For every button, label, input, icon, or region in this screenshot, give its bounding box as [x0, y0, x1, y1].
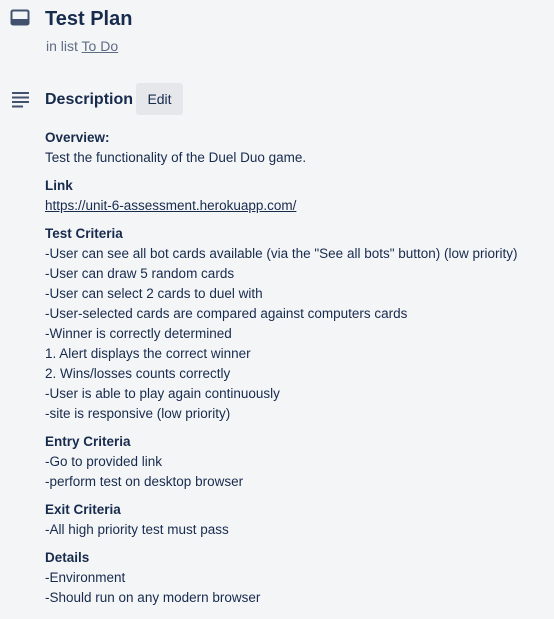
edit-description-button[interactable]: Edit [136, 83, 183, 115]
section-line: -Go to provided link [45, 454, 163, 469]
section-line: -User can draw 5 random cards [45, 266, 235, 281]
section-line: -User can see all bot cards available (v… [45, 246, 518, 261]
section-line: -User can select 2 cards to duel with [45, 286, 263, 301]
card-title[interactable]: Test Plan [45, 7, 132, 31]
section-line: -Environment [45, 570, 126, 585]
section-test-criteria: Test Criteria -User can see all bot card… [45, 224, 545, 424]
section-line: -User-selected cards are compared agains… [45, 306, 408, 321]
description-heading: Description [45, 91, 134, 108]
section-line: -perform test on desktop browser [45, 474, 244, 489]
section-heading: Details [45, 550, 90, 565]
section-line: -All high priority test must pass [45, 522, 229, 537]
section-line: -site is responsive (low priority) [45, 406, 231, 421]
section-line: Test the functionality of the Duel Duo g… [45, 150, 307, 165]
section-entry-criteria: Entry Criteria -Go to provided link -per… [45, 432, 545, 492]
in-list-prefix: in list [46, 38, 78, 54]
section-line: -User is able to play again continuously [45, 386, 280, 401]
section-overview: Overview: Test the functionality of the … [45, 128, 545, 168]
assessment-url-link[interactable]: https://unit-6-assessment.herokuapp.com/ [45, 196, 545, 216]
description-body[interactable]: Overview: Test the functionality of the … [45, 128, 545, 616]
section-line: -Should run on any modern browser [45, 590, 261, 605]
section-heading: Entry Criteria [45, 434, 131, 449]
section-line: -Winner is correctly determined [45, 326, 232, 341]
list-name-link[interactable]: To Do [82, 38, 119, 54]
section-heading: Link [45, 178, 73, 193]
section-line: 1. Alert displays the correct winner [45, 346, 251, 361]
in-list-text: in list To Do [46, 37, 118, 55]
section-line: 2. Wins/losses counts correctly [45, 366, 231, 381]
section-heading: Overview: [45, 130, 110, 145]
description-lines-icon [11, 90, 31, 108]
section-heading: Test Criteria [45, 226, 123, 241]
section-details: Details -Environment -Should run on any … [45, 548, 545, 608]
card-icon [10, 9, 30, 27]
section-exit-criteria: Exit Criteria -All high priority test mu… [45, 500, 545, 540]
section-link: Link https://unit-6-assessment.herokuapp… [45, 176, 545, 216]
section-heading: Exit Criteria [45, 502, 121, 517]
